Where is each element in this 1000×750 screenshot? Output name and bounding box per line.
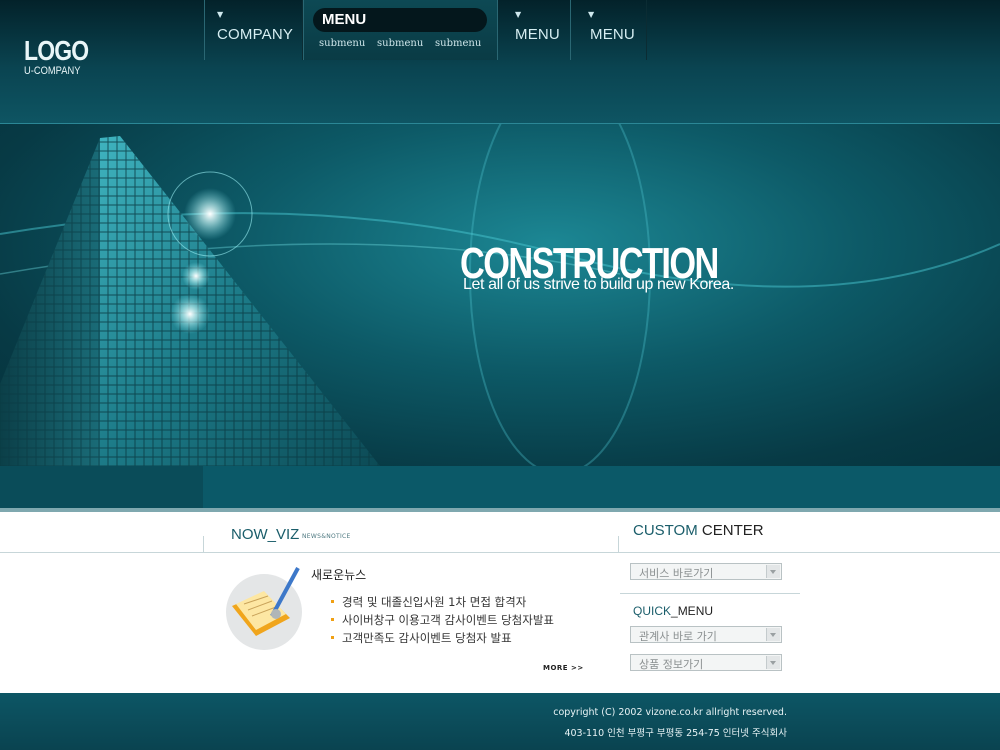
caret-down-icon: ▼ — [515, 10, 522, 19]
news-item[interactable]: 사이버창구 이용고객 감사이벤트 당첨자발표 — [330, 611, 554, 629]
chevron-down-icon[interactable] — [766, 565, 780, 578]
logo-text: LOGO — [24, 35, 89, 66]
news-item[interactable]: 고객만족도 감사이벤트 당첨자 발표 — [330, 629, 554, 647]
divider — [203, 536, 204, 552]
product-info-value: 상품 정보가기 — [639, 658, 704, 671]
nav-label-company: COMPANY — [217, 26, 294, 43]
copyright-text: copyright (C) 2002 vizone.co.kr allright… — [553, 707, 787, 718]
hero-banner: CONSTRUCTION Let all of us strive to bui… — [0, 124, 1000, 466]
chevron-down-icon[interactable] — [766, 628, 780, 641]
submenu-link[interactable]: submenu — [319, 38, 365, 49]
nav-item-menu-2[interactable]: ▼ MENU — [497, 0, 571, 60]
custom-center-title-b: CENTER — [697, 522, 764, 539]
divider — [0, 552, 1000, 553]
quick-menu-title-b: _MENU — [671, 604, 714, 618]
news-item[interactable]: 경력 및 대졸신입사원 1차 면접 합격자 — [330, 593, 554, 611]
nav-item-menu-3[interactable]: ▼ MENU — [570, 0, 647, 60]
active-menu-pill[interactable]: MENU — [313, 8, 487, 32]
news-section-subtitle: NEWS&NOTICE — [302, 533, 351, 540]
news-section-title: NOW_VIZ — [231, 526, 300, 543]
service-shortcut-value: 서비스 바로가기 — [639, 567, 714, 580]
submenu-link[interactable]: submenu — [435, 38, 481, 49]
news-heading[interactable]: 새로운뉴스 — [311, 566, 366, 583]
nav-item-company[interactable]: ▼ COMPANY — [204, 0, 303, 60]
top-header: LOGO U-COMPANY ▼ COMPANY MENU submenu su… — [0, 0, 1000, 124]
custom-center-title: CUSTOM CENTER — [633, 522, 764, 539]
affiliate-shortcut-select[interactable]: 관계사 바로 가기 — [630, 626, 782, 643]
nav-label-menu-2: MENU — [515, 26, 560, 43]
hero-subtitle: Let all of us strive to build up new Kor… — [463, 276, 734, 293]
nav-label-menu-3: MENU — [590, 26, 635, 43]
more-link[interactable]: MORE >> — [543, 664, 584, 672]
footer: copyright (C) 2002 vizone.co.kr allright… — [0, 693, 1000, 750]
nav-item-menu-active[interactable]: MENU submenu submenu submenu — [303, 0, 498, 60]
hero-building-illustration — [0, 124, 1000, 466]
quick-menu-title: QUICK_MENU — [633, 604, 713, 618]
product-info-select[interactable]: 상품 정보가기 — [630, 654, 782, 671]
logo-subtext: U-COMPANY — [24, 65, 81, 77]
divider — [618, 536, 619, 552]
submenu-link[interactable]: submenu — [377, 38, 423, 49]
active-menu-label: MENU — [322, 11, 367, 28]
caret-down-icon: ▼ — [588, 10, 595, 19]
news-list: 경력 및 대졸신입사원 1차 면접 합격자 사이버창구 이용고객 감사이벤트 당… — [330, 593, 554, 647]
address-text: 403-110 인천 부평구 부평동 254-75 인터넷 주식회사 — [564, 728, 787, 739]
divider — [620, 593, 800, 594]
caret-down-icon: ▼ — [217, 10, 224, 19]
document-pen-icon — [224, 566, 308, 656]
logo[interactable]: LOGO U-COMPANY — [24, 35, 102, 78]
affiliate-shortcut-value: 관계사 바로 가기 — [639, 630, 717, 643]
service-shortcut-select[interactable]: 서비스 바로가기 — [630, 563, 782, 580]
custom-center-title-a: CUSTOM — [633, 522, 698, 539]
quick-menu-title-a: QUICK — [633, 604, 672, 618]
hero-bottom-band-left — [0, 466, 203, 508]
chevron-down-icon[interactable] — [766, 656, 780, 669]
